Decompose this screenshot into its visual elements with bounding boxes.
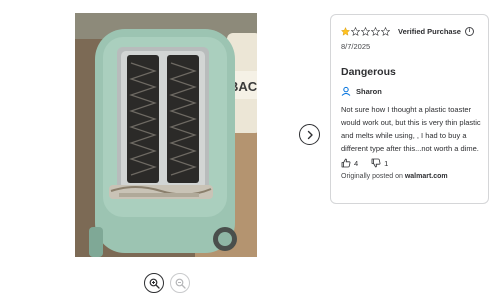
verified-purchase-label: Verified Purchase <box>398 26 461 36</box>
zoom-out-button[interactable] <box>170 273 190 293</box>
helpful-button[interactable]: 4 <box>341 158 358 168</box>
star-empty-icon <box>351 26 360 36</box>
helpful-count: 4 <box>354 158 359 168</box>
zoom-in-button[interactable] <box>144 273 164 293</box>
review-date: 8/7/2025 <box>341 42 371 51</box>
star-empty-icon <box>371 26 380 36</box>
unhelpful-button[interactable]: 1 <box>371 158 388 168</box>
review-card: Verified Purchase i 8/7/2025 Dangerous S… <box>330 14 489 204</box>
review-author: Sharon <box>356 86 382 96</box>
star-empty-icon <box>361 26 370 36</box>
chevron-right-icon <box>307 130 313 139</box>
zoom-in-icon <box>149 278 160 289</box>
feedback-row: 4 1 <box>341 157 478 169</box>
author-row: Sharon <box>341 85 478 97</box>
star-rating <box>341 26 390 36</box>
review-source: Originally posted on walmart.com <box>341 173 478 180</box>
thumbs-up-icon <box>341 158 351 168</box>
review-title: Dangerous <box>341 66 396 78</box>
unhelpful-count: 1 <box>384 158 389 168</box>
info-icon[interactable]: i <box>464 26 474 36</box>
source-prefix: Originally posted on <box>341 173 403 180</box>
next-media-button[interactable] <box>299 124 320 145</box>
rating-row: Verified Purchase i <box>341 25 478 37</box>
review-photo: BAC <box>75 13 257 257</box>
zoom-out-icon <box>175 278 186 289</box>
review-media-viewer: BAC Verified Purchase i 8/7/2025 Dangero… <box>0 0 500 304</box>
user-icon <box>341 86 351 96</box>
thumbs-down-icon <box>371 158 381 168</box>
source-site: walmart.com <box>404 173 448 180</box>
star-filled-icon <box>341 26 350 36</box>
star-empty-icon <box>381 26 390 36</box>
review-body: Not sure how I thought a plastic toaster… <box>341 105 481 153</box>
